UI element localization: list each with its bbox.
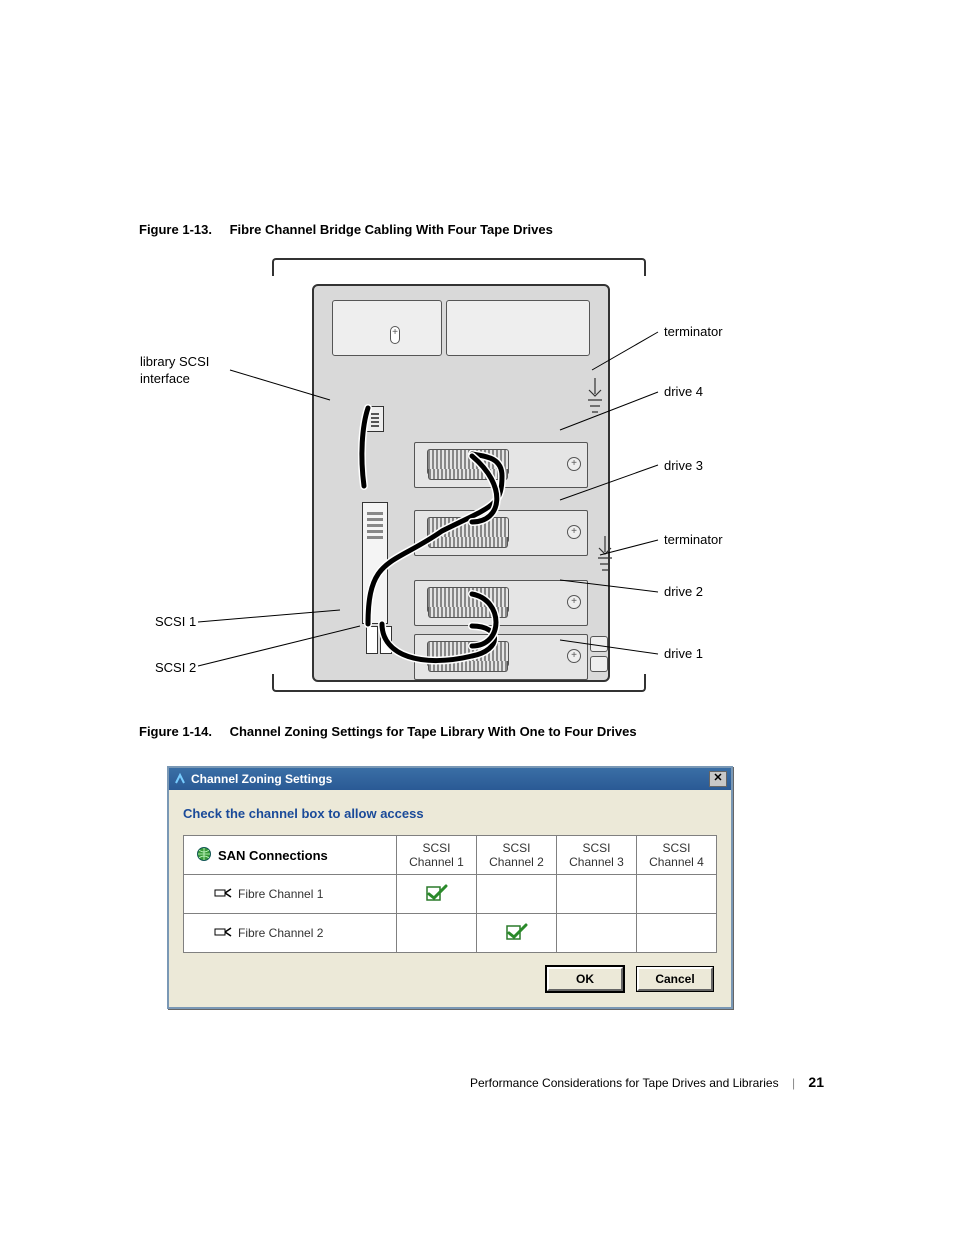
- channel-zoning-dialog: Channel Zoning Settings ✕ Check the chan…: [167, 766, 733, 1009]
- scsi-port-1: [366, 626, 378, 654]
- check-icon: [426, 891, 448, 905]
- tape-library-diagram: [272, 256, 646, 692]
- col-scsi-ch3: SCSIChannel 3: [557, 836, 637, 875]
- scsi-port-2: [380, 626, 392, 654]
- figure-number: Figure 1-14.: [139, 724, 212, 739]
- col-scsi-ch1: SCSIChannel 1: [397, 836, 477, 875]
- callout-drive3: drive 3: [664, 458, 703, 475]
- drive-slot-1: [414, 634, 588, 680]
- cell-fc2-ch1[interactable]: [397, 914, 477, 953]
- terminator-icon-mid: [592, 534, 618, 574]
- fc-icon: [214, 886, 232, 903]
- callout-drive1: drive 1: [664, 646, 703, 663]
- dialog-titlebar: Channel Zoning Settings ✕: [169, 768, 731, 790]
- callout-terminator-top: terminator: [664, 324, 723, 341]
- cancel-button[interactable]: Cancel: [637, 967, 713, 991]
- callout-drive2: drive 2: [664, 584, 703, 601]
- drive-slot-2: [414, 580, 588, 626]
- drive-slot-4: [414, 442, 588, 488]
- check-icon: [506, 930, 528, 944]
- callout-drive4: drive 4: [664, 384, 703, 401]
- terminator-icon-top: [582, 376, 608, 416]
- table-row-header: SAN Connections: [184, 836, 397, 875]
- fc-icon: [214, 925, 232, 942]
- callout-scsi1: SCSI 1: [155, 614, 196, 631]
- cell-fc2-ch2[interactable]: [477, 914, 557, 953]
- cell-fc1-ch4[interactable]: [637, 875, 717, 914]
- row-fc1: Fibre Channel 1: [184, 875, 397, 914]
- cell-fc2-ch4[interactable]: [637, 914, 717, 953]
- drive-slot-3: [414, 510, 588, 556]
- callout-terminator-mid: terminator: [664, 532, 723, 549]
- figure-1-13-caption: Figure 1-13. Fibre Channel Bridge Cablin…: [139, 222, 553, 237]
- fc2-label: Fibre Channel 2: [238, 926, 323, 940]
- row-fc2: Fibre Channel 2: [184, 914, 397, 953]
- col-scsi-ch2: SCSIChannel 2: [477, 836, 557, 875]
- figure-number: Figure 1-13.: [139, 222, 212, 237]
- san-connections-label: SAN Connections: [218, 848, 328, 863]
- callout-scsi2: SCSI 2: [155, 660, 196, 677]
- cell-fc2-ch3[interactable]: [557, 914, 637, 953]
- dialog-instruction: Check the channel box to allow access: [183, 806, 717, 821]
- footer-text: Performance Considerations for Tape Driv…: [470, 1076, 779, 1090]
- globe-icon: [196, 846, 212, 865]
- callout-library-scsi: library SCSI interface: [140, 354, 209, 388]
- figure-title: Fibre Channel Bridge Cabling With Four T…: [230, 222, 553, 237]
- cell-fc1-ch2[interactable]: [477, 875, 557, 914]
- table-row: Fibre Channel 1: [184, 875, 717, 914]
- zoning-table: SAN Connections SCSIChannel 1 SCSIChanne…: [183, 835, 717, 953]
- dialog-close-button[interactable]: ✕: [709, 771, 727, 787]
- col-scsi-ch4: SCSIChannel 4: [637, 836, 717, 875]
- page-number: 21: [808, 1074, 824, 1090]
- page-footer: Performance Considerations for Tape Driv…: [470, 1074, 824, 1090]
- ok-button[interactable]: OK: [547, 967, 623, 991]
- fc-bridge-card: [362, 502, 388, 624]
- dialog-title: Channel Zoning Settings: [191, 772, 709, 786]
- cell-fc1-ch1[interactable]: [397, 875, 477, 914]
- fc1-label: Fibre Channel 1: [238, 887, 323, 901]
- library-scsi-connector: [366, 406, 384, 432]
- figure-title: Channel Zoning Settings for Tape Library…: [230, 724, 637, 739]
- figure-1-14-caption: Figure 1-14. Channel Zoning Settings for…: [139, 724, 637, 739]
- table-row: Fibre Channel 2: [184, 914, 717, 953]
- cell-fc1-ch3[interactable]: [557, 875, 637, 914]
- dialog-app-icon: [173, 772, 187, 786]
